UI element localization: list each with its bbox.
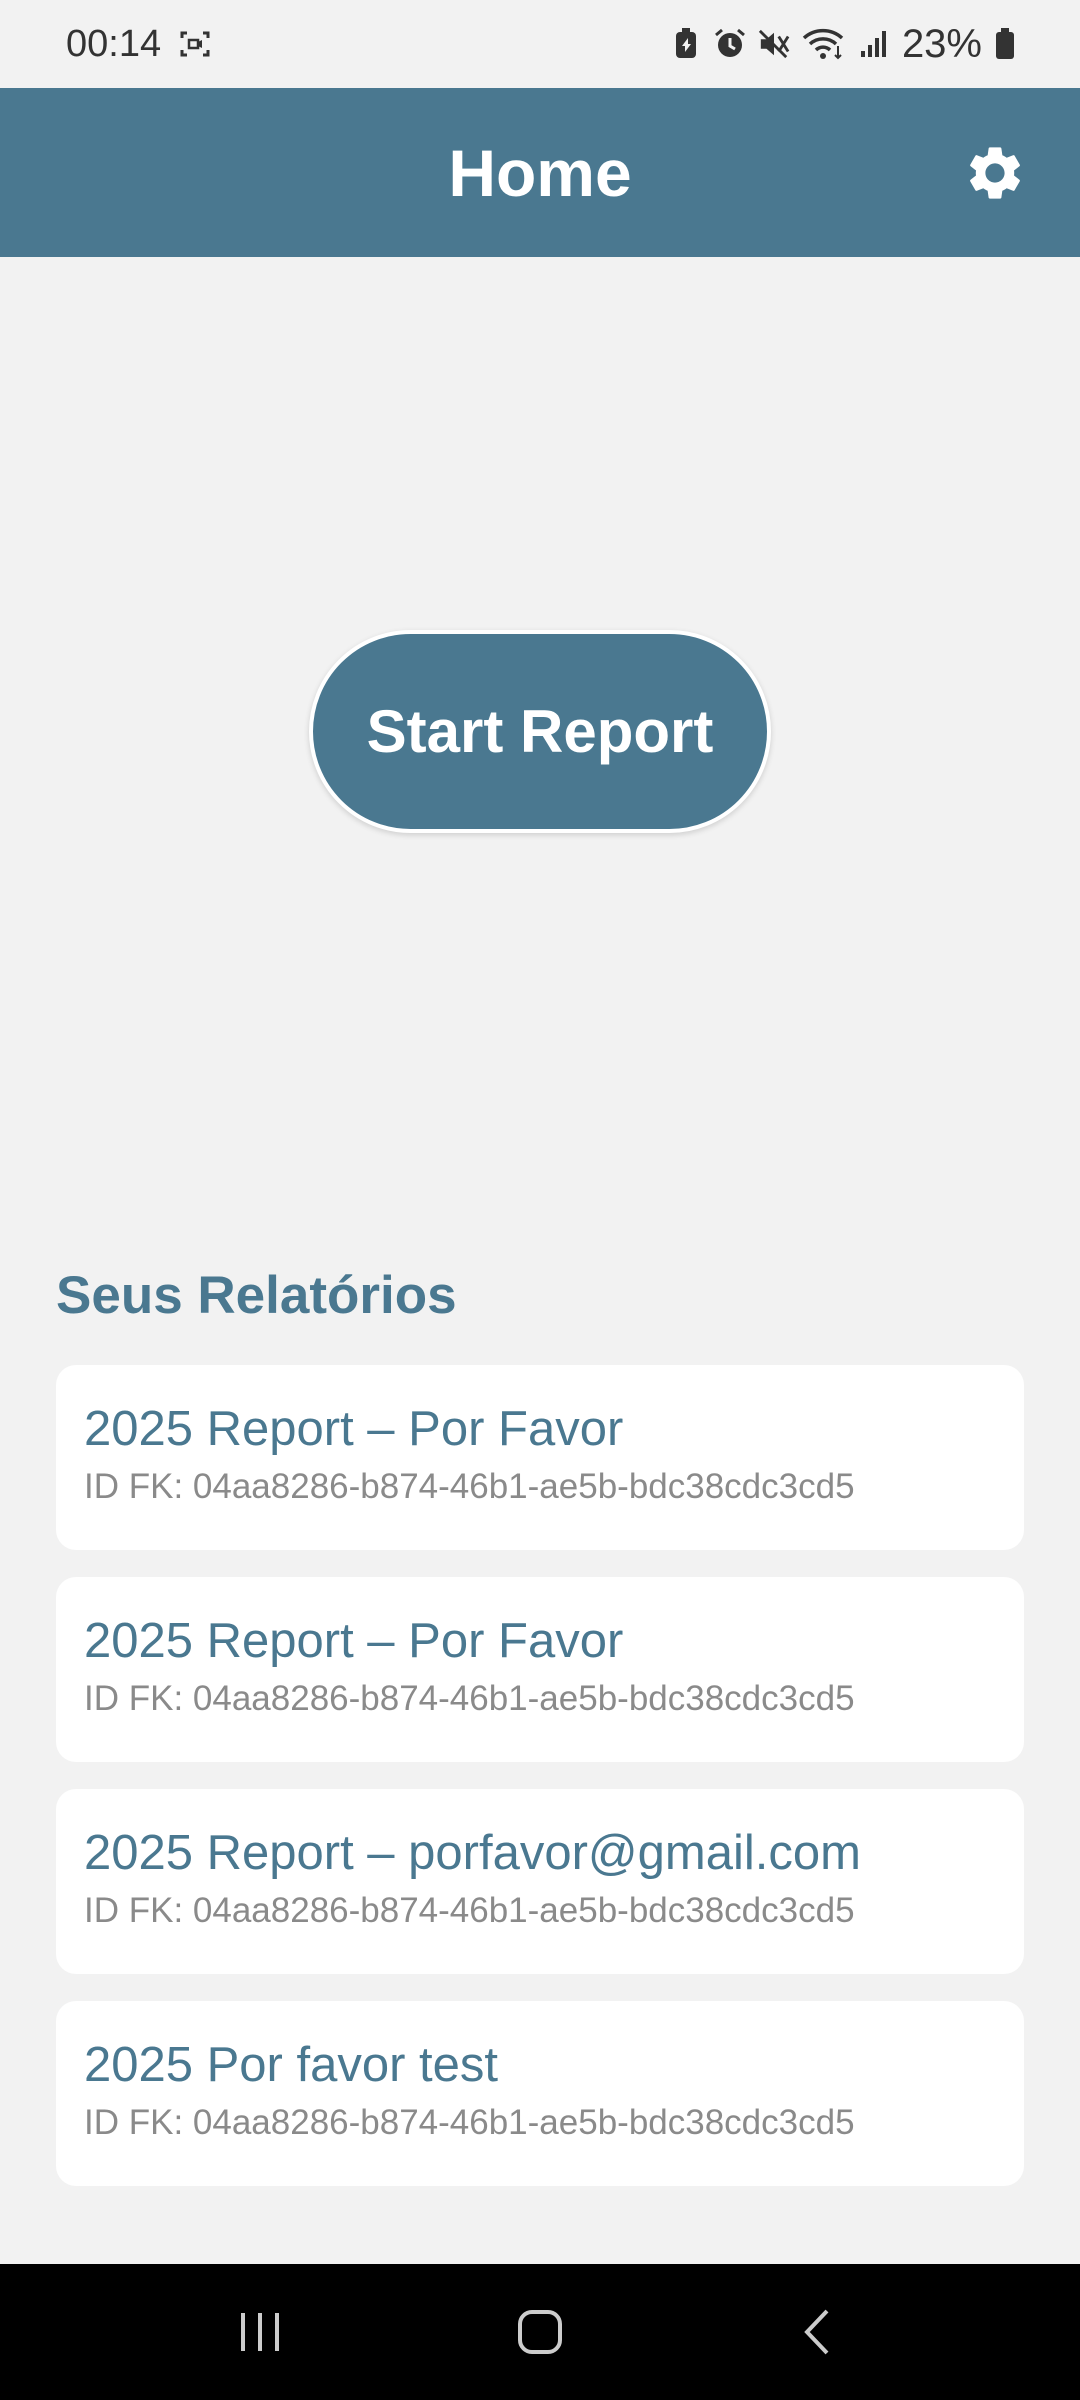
report-id: ID FK: 04aa8286-b874-46b1-ae5b-bdc38cdc3… (84, 2102, 855, 2142)
recents-icon (241, 2313, 279, 2351)
report-card[interactable]: 2025 Report – Por Favor ID FK: 04aa8286-… (56, 1577, 1024, 1762)
status-left: 00:14 (66, 23, 211, 66)
page-title: Home (448, 135, 632, 210)
home-icon (518, 2310, 562, 2354)
home-button[interactable] (480, 2282, 600, 2382)
battery-icon (994, 28, 1016, 60)
recents-button[interactable] (200, 2282, 320, 2382)
settings-button[interactable] (960, 138, 1030, 208)
gear-icon (970, 146, 1020, 199)
report-title: 2025 Report – Por Favor (84, 1402, 624, 1456)
report-title: 2025 Report – porfavor@gmail.com (84, 1826, 861, 1880)
status-time: 00:14 (66, 22, 162, 65)
signal-icon (858, 28, 890, 60)
alarm-icon (714, 28, 746, 60)
report-list: 2025 Report – Por Favor ID FK: 04aa8286-… (56, 1365, 1024, 2213)
app-bar: Home (0, 88, 1080, 257)
screen-record-icon (179, 28, 211, 60)
battery-saver-icon (670, 28, 702, 60)
report-id: ID FK: 04aa8286-b874-46b1-ae5b-bdc38cdc3… (84, 1890, 855, 1930)
report-card[interactable]: 2025 Report – Por Favor ID FK: 04aa8286-… (56, 1365, 1024, 1550)
report-title: 2025 Por favor test (84, 2038, 499, 2092)
start-report-button[interactable]: Start Report (309, 630, 771, 833)
back-button[interactable] (760, 2282, 880, 2382)
battery-percent: 23% (901, 21, 982, 66)
report-card[interactable]: 2025 Report – porfavor@gmail.com ID FK: … (56, 1789, 1024, 1974)
section-title: Seus Relatórios (56, 1266, 457, 1325)
report-card[interactable]: 2025 Por favor test ID FK: 04aa8286-b874… (56, 2001, 1024, 2186)
wifi-icon (802, 28, 846, 60)
mute-icon (758, 28, 790, 60)
status-bar: 00:14 23% (0, 0, 1080, 88)
status-right: 23% (670, 22, 1016, 67)
report-id: ID FK: 04aa8286-b874-46b1-ae5b-bdc38cdc3… (84, 1466, 855, 1506)
back-icon (804, 2309, 829, 2355)
nav-bar (0, 2264, 1080, 2400)
report-title: 2025 Report – Por Favor (84, 1614, 624, 1668)
report-id: ID FK: 04aa8286-b874-46b1-ae5b-bdc38cdc3… (84, 1678, 855, 1718)
